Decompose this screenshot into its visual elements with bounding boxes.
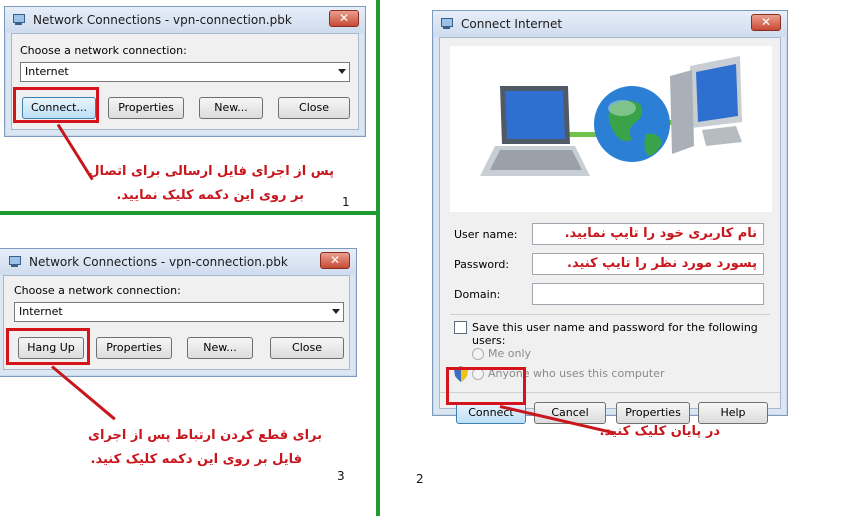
separator-vertical-bottom — [376, 215, 380, 516]
network-icon — [439, 17, 455, 31]
step-number-3: 3 — [337, 469, 345, 483]
password-field[interactable]: پسورد مورد نظر را تایپ کنید. — [532, 253, 764, 275]
network-icon — [11, 13, 27, 27]
window-title: Connect Internet — [461, 17, 563, 31]
title-bar: Network Connections - vpn-connection.pbk — [5, 7, 365, 33]
choose-connection-label: Choose a network connection: — [14, 284, 181, 297]
password-field-value: پسورد مورد نظر را تایپ کنید. — [567, 256, 757, 271]
choose-connection-label: Choose a network connection: — [20, 44, 187, 57]
step-number-2: 2 — [416, 472, 424, 486]
annotation-step-3: برای قطع کردن ارتباط پس از اجرای فایل بر… — [88, 424, 322, 472]
domain-label: Domain: — [454, 288, 501, 301]
close-icon[interactable]: ✕ — [320, 252, 350, 269]
close-button[interactable]: Close — [278, 97, 350, 119]
password-label: Password: — [454, 258, 510, 271]
network-icon — [7, 255, 23, 269]
username-field-value: نام کاربری خود را تایپ نمایید. — [564, 226, 757, 241]
close-icon[interactable]: ✕ — [329, 10, 359, 27]
divider — [450, 314, 770, 315]
save-credentials-checkbox[interactable] — [454, 321, 467, 334]
me-only-label: Me only — [488, 347, 532, 360]
annotation-line: در پایان کلیک کنید. — [599, 424, 720, 439]
annotation-step-1: پس از اجرای فایل ارسالی برای اتصال بر رو… — [88, 160, 334, 208]
dialog-body: User name: نام کاربری خود را تایپ نمایید… — [439, 37, 781, 424]
properties-button[interactable]: Properties — [108, 97, 184, 119]
connection-illustration — [450, 46, 772, 212]
username-label: User name: — [454, 228, 518, 241]
window-title: Network Connections - vpn-connection.pbk — [29, 255, 288, 269]
separator-horizontal — [0, 211, 380, 215]
network-illustration-icon — [480, 56, 742, 176]
annotation-line-1: پس از اجرای فایل ارسالی برای اتصال — [88, 164, 334, 179]
domain-field[interactable] — [532, 283, 764, 305]
connect-internet-dialog: Connect Internet ✕ User name: نام کاربری… — [432, 10, 788, 424]
annotation-line-1: برای قطع کردن ارتباط پس از اجرای — [88, 428, 322, 443]
new-button[interactable]: New... — [187, 337, 253, 359]
title-bar: Connect Internet — [433, 11, 787, 37]
window-title: Network Connections - vpn-connection.pbk — [33, 13, 292, 27]
username-field[interactable]: نام کاربری خود را تایپ نمایید. — [532, 223, 764, 245]
chevron-down-icon — [338, 69, 346, 74]
step-number-1: 1 — [342, 195, 350, 209]
connection-select-value: Internet — [25, 65, 69, 78]
separator-vertical-top — [376, 0, 380, 215]
close-button[interactable]: Close — [270, 337, 344, 359]
chevron-down-icon — [332, 309, 340, 314]
highlight-hang-up-button — [6, 328, 90, 365]
me-only-radio[interactable] — [472, 348, 484, 360]
annotation-line-2: بر روی این دکمه کلیک نمایید. — [116, 188, 304, 203]
connection-select-value: Internet — [19, 305, 63, 318]
annotation-step-2: در پایان کلیک کنید. — [600, 420, 720, 444]
new-button[interactable]: New... — [199, 97, 263, 119]
title-bar: Network Connections - vpn-connection.pbk — [0, 249, 356, 275]
connect-button[interactable]: Connect — [456, 402, 526, 424]
highlight-connect-button-2 — [446, 367, 526, 405]
close-icon[interactable]: ✕ — [751, 14, 781, 31]
annotation-line-2: فایل بر روی این دکمه کلیک کنید. — [90, 452, 302, 467]
connection-select[interactable]: Internet — [14, 302, 344, 322]
properties-button[interactable]: Properties — [96, 337, 172, 359]
highlight-connect-button — [13, 87, 99, 123]
save-credentials-label: Save this user name and password for the… — [472, 321, 758, 347]
connection-select[interactable]: Internet — [20, 62, 350, 82]
